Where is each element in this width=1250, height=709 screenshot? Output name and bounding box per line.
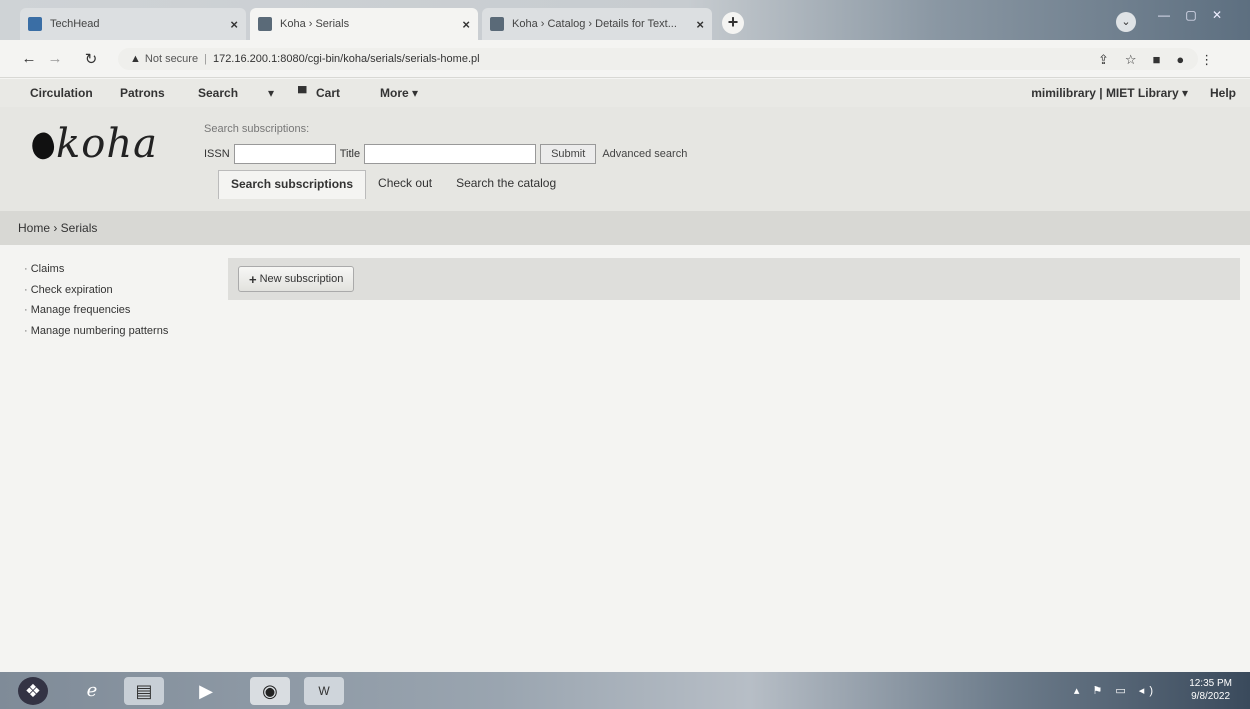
breadcrumb[interactable]: Home › Serials xyxy=(0,211,1250,245)
subscription-search-form: ISSN Title Submit Advanced search xyxy=(204,144,687,164)
sidebar-item-check-expiration[interactable]: Check expiration xyxy=(24,280,168,301)
new-subscription-label: New subscription xyxy=(259,273,344,285)
nav-circulation[interactable]: Circulation xyxy=(30,86,93,100)
sidebar-item-manage-frequencies[interactable]: Manage frequencies xyxy=(24,300,168,321)
search-subtabs: Search subscriptions Check out Search th… xyxy=(218,170,568,199)
start-orb-icon[interactable]: ❖ xyxy=(18,677,48,705)
media-player-icon[interactable]: ▶ xyxy=(186,677,226,705)
tab-label: Koha › Serials xyxy=(280,18,350,30)
window-controls[interactable]: — ▢ ✕ xyxy=(1158,8,1228,22)
serials-toolbar: + New subscription xyxy=(228,258,1240,300)
koha-header: koha Search subscriptions: ISSN Title Su… xyxy=(0,107,1250,211)
nav-more[interactable]: More ▾ xyxy=(380,86,418,100)
warning-icon: ▲ xyxy=(130,53,141,65)
back-arrow-icon[interactable]: ← xyxy=(18,50,40,67)
nav-right: mimilibrary | MIET Library ▾ Help xyxy=(1031,86,1236,100)
menu-dots-icon[interactable]: ⋮ xyxy=(1200,52,1213,68)
address-bar-icons: ⇪ ☆ ■ ● ⋮ xyxy=(1098,52,1213,68)
close-tab-icon[interactable]: × xyxy=(230,17,238,32)
plus-icon: + xyxy=(249,271,257,287)
browser-tab-koha-serials[interactable]: Koha › Serials × xyxy=(250,8,478,40)
advanced-search-link[interactable]: Advanced search xyxy=(602,148,687,160)
address-bar[interactable]: ▲ Not secure | 172.16.200.1:8080/cgi-bin… xyxy=(118,48,1198,70)
security-status: Not secure xyxy=(144,53,199,65)
tab-label: Koha › Catalog › Details for Text... xyxy=(512,18,677,30)
tab-label: TechHead xyxy=(50,18,100,30)
title-label: Title xyxy=(339,148,361,160)
koha-favicon-icon xyxy=(258,17,272,31)
nav-search[interactable]: Search xyxy=(198,86,238,100)
koha-logo[interactable]: koha xyxy=(28,121,158,167)
chevron-down-icon[interactable]: ⌄ xyxy=(1116,12,1136,32)
browser-tab-techhead[interactable]: TechHead × xyxy=(20,8,246,40)
issn-input[interactable] xyxy=(233,144,336,164)
system-clock[interactable]: 12:35 PM 9/8/2022 xyxy=(1189,677,1232,703)
tab-check-out[interactable]: Check out xyxy=(366,170,444,199)
forward-arrow-icon[interactable]: → xyxy=(44,50,66,67)
issn-label: ISSN xyxy=(204,148,230,160)
browser-toolbar: ← → ↻ ▲ Not secure | 172.16.200.1:8080/c… xyxy=(0,40,1250,78)
sidepanel-icon[interactable]: ■ xyxy=(1153,52,1161,68)
cart-icon: ▀ xyxy=(298,86,307,100)
profile-icon[interactable]: ● xyxy=(1176,52,1184,68)
logo-text: koha xyxy=(56,121,158,167)
search-caption: Search subscriptions: xyxy=(204,123,310,135)
techhead-favicon-icon xyxy=(28,17,42,31)
tab-search-catalog[interactable]: Search the catalog xyxy=(444,170,568,199)
os-taskbar: ❖ e ▤ ▶ ◉ W ▴ ⚑ ▭ ◂) 12:35 PM 9/8/2022 xyxy=(0,672,1250,709)
nav-cart[interactable]: Cart xyxy=(316,86,340,100)
internet-explorer-icon[interactable]: e xyxy=(72,677,112,705)
close-tab-icon[interactable]: × xyxy=(462,17,470,32)
tab-search-subscriptions[interactable]: Search subscriptions xyxy=(218,170,367,199)
clock-date: 9/8/2022 xyxy=(1191,691,1231,702)
nav-search-dropdown-icon[interactable]: ▾ xyxy=(268,86,274,100)
file-explorer-icon[interactable]: ▤ xyxy=(124,677,164,705)
browser-tab-koha-catalog[interactable]: Koha › Catalog › Details for Text... × xyxy=(482,8,712,40)
serials-sidebar: Claims Check expiration Manage frequenci… xyxy=(24,259,169,342)
word-icon[interactable]: W xyxy=(304,677,344,705)
nav-user-menu[interactable]: mimilibrary | MIET Library ▾ xyxy=(1031,86,1188,100)
system-tray-icons[interactable]: ▴ ⚑ ▭ ◂) xyxy=(1074,684,1158,697)
title-input[interactable] xyxy=(364,144,537,164)
new-subscription-button[interactable]: + New subscription xyxy=(238,266,355,292)
clock-time: 12:35 PM xyxy=(1189,678,1232,689)
nav-help[interactable]: Help xyxy=(1210,86,1236,100)
close-tab-icon[interactable]: × xyxy=(696,17,704,32)
nav-patrons[interactable]: Patrons xyxy=(120,86,165,100)
chrome-icon[interactable]: ◉ xyxy=(250,677,290,705)
reload-icon[interactable]: ↻ xyxy=(80,50,102,68)
share-icon[interactable]: ⇪ xyxy=(1098,52,1109,68)
star-icon[interactable]: ☆ xyxy=(1125,52,1137,68)
url-separator: | xyxy=(204,53,207,65)
koha-logo-icon xyxy=(28,130,58,162)
sidebar-item-claims[interactable]: Claims xyxy=(24,259,168,280)
koha-top-nav: Circulation Patrons Search ▾ ▀ Cart More… xyxy=(0,79,1250,107)
koha-favicon-icon xyxy=(490,17,504,31)
submit-button[interactable]: Submit xyxy=(540,144,597,164)
new-tab-button[interactable]: + xyxy=(722,12,744,34)
sidebar-item-manage-numbering-patterns[interactable]: Manage numbering patterns xyxy=(24,321,169,342)
browser-tabstrip: TechHead × Koha › Serials × Koha › Catal… xyxy=(0,0,1250,40)
url-text: 172.16.200.1:8080/cgi-bin/koha/serials/s… xyxy=(212,53,480,65)
